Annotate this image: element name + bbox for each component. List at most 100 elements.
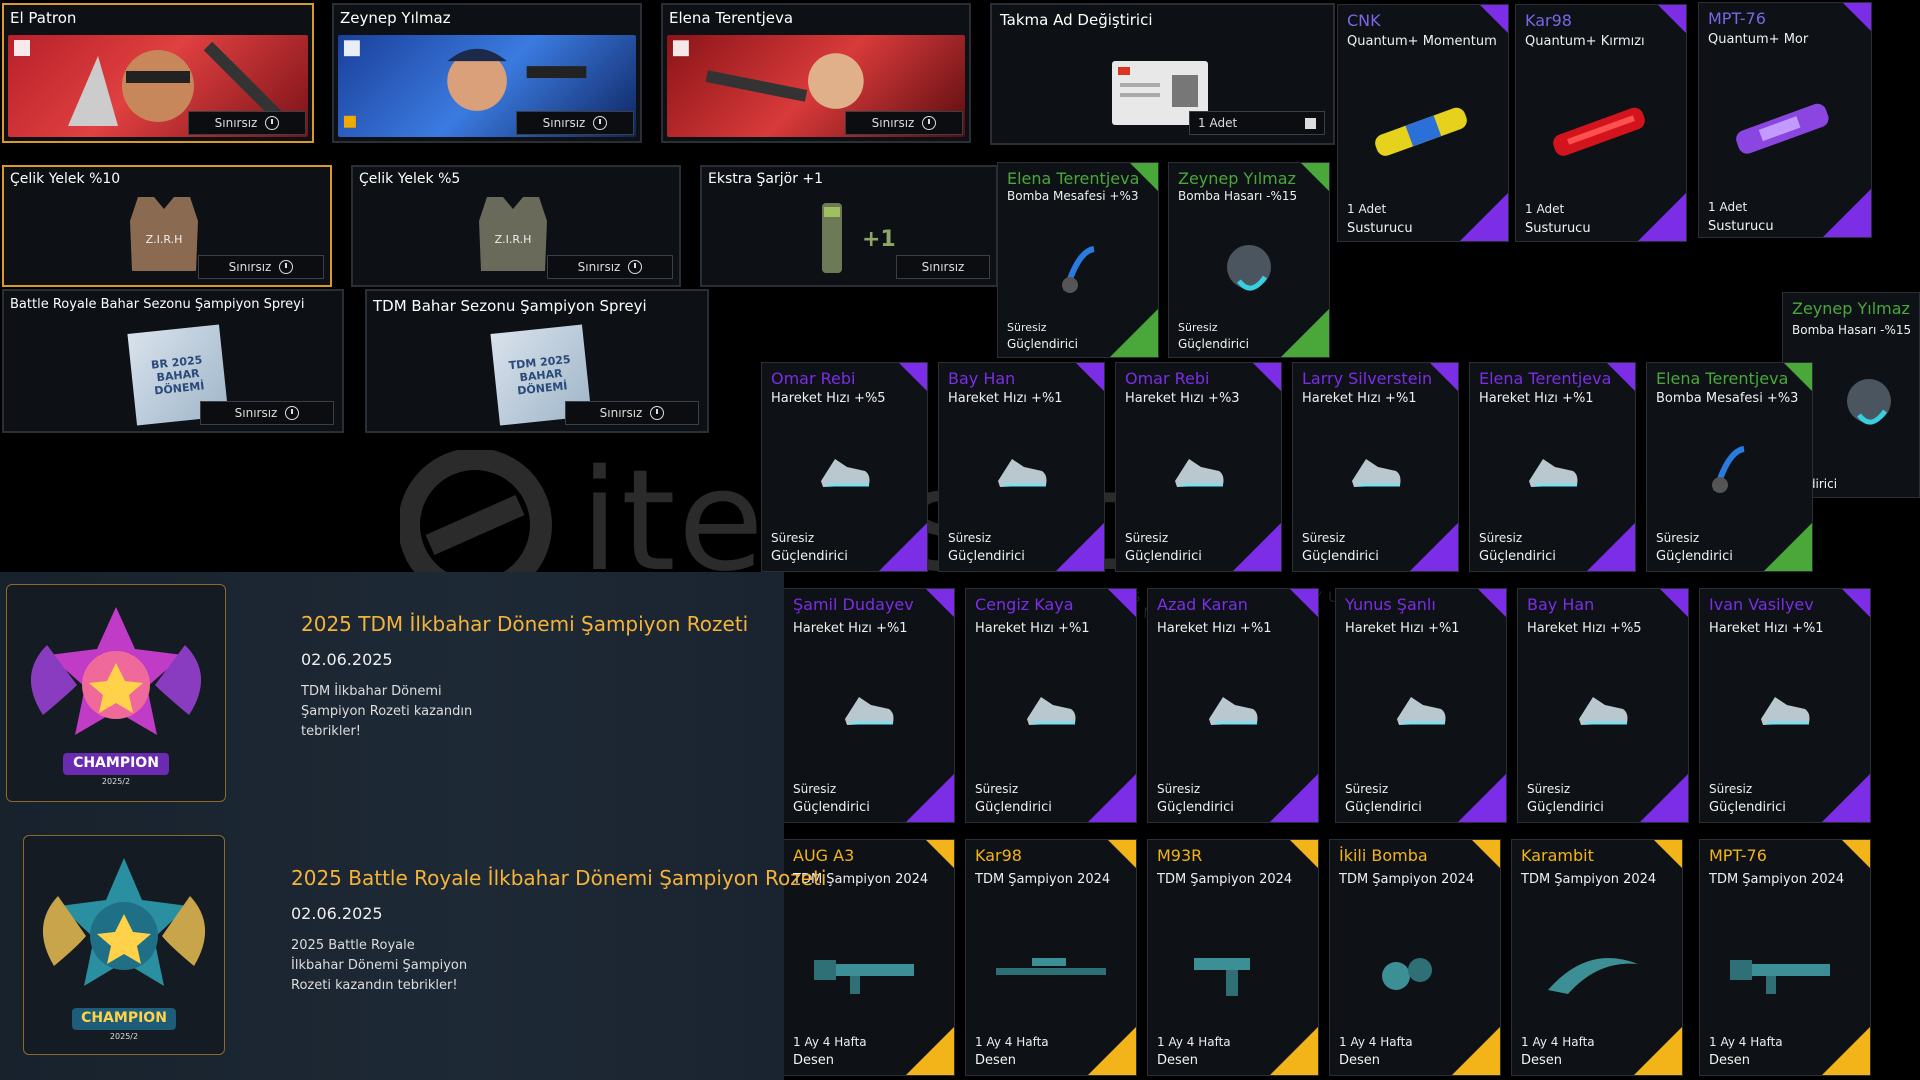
character-name: Omar Rebi <box>1125 369 1210 388</box>
duration-pill: Sınırsız <box>896 255 990 279</box>
weapon-skin-card[interactable]: M93R TDM Şampiyon 2024 1 Ay 4 Hafta Dese… <box>1147 839 1319 1076</box>
clock-icon <box>628 260 643 274</box>
sniper-icon <box>996 958 1106 975</box>
booster-card[interactable]: Ivan Vasilyev Hareket Hızı +%1 Süresiz G… <box>1699 588 1871 823</box>
character-card-zeynep-yilmaz[interactable]: Zeynep Yılmaz Sınırsız <box>332 3 642 143</box>
badge-desc-line: TDM İlkbahar Dönemi <box>301 684 442 699</box>
silencer-card[interactable]: CNK Quantum+ Momentum 1 Adet Susturucu <box>1337 4 1509 242</box>
type-label: Susturucu <box>1347 221 1413 236</box>
character-name: Ivan Vasilyev <box>1709 595 1814 614</box>
duration-label: 1 Ay 4 Hafta <box>1521 1035 1595 1049</box>
skin-name: TDM Şampiyon 2024 <box>1521 872 1657 887</box>
rarity-corner <box>1472 840 1500 868</box>
character-name: Şamil Dudayev <box>793 595 914 614</box>
duration-label: Sınırsız <box>599 406 643 420</box>
type-label: Güçlendirici <box>1479 549 1556 564</box>
badge-date: 02.06.2025 <box>291 904 383 923</box>
booster-card[interactable]: Zeynep Yılmaz Bomba Hasarı -%15 Süresiz … <box>1168 162 1330 358</box>
weapon-name: CNK <box>1347 11 1381 30</box>
character-card-elena-terentjeva[interactable]: Elena Terentjeva Sınırsız <box>661 3 971 143</box>
booster-stat: Bomba Hasarı -%15 <box>1178 189 1298 203</box>
character-name: Zeynep Yılmaz <box>1792 299 1910 318</box>
silencer-card[interactable]: Kar98 Quantum+ Kırmızı 1 Adet Susturucu <box>1515 4 1687 242</box>
sneaker-icon <box>845 697 894 725</box>
weapon-name: AUG A3 <box>793 846 855 865</box>
silencer-card[interactable]: MPT-76 Quantum+ Mor 1 Adet Susturucu <box>1698 2 1872 238</box>
box-icon <box>1305 117 1316 129</box>
spray-art-label: BR 2025 BAHAR DÖNEMİ <box>150 352 206 398</box>
duration-pill: Sınırsız <box>188 111 306 135</box>
booster-card[interactable]: Elena Terentjeva Bomba Mesafesi +%3 Süre… <box>1646 362 1813 572</box>
spray-card[interactable]: TDM Bahar Sezonu Şampiyon Spreyi TDM 202… <box>365 289 709 433</box>
duration-label: Süresiz <box>1479 531 1523 545</box>
gear-card[interactable]: Ekstra Şarjör +1 +1 Sınırsız <box>700 165 998 287</box>
booster-stat: Bomba Hasarı -%15 <box>1792 323 1912 337</box>
booster-card[interactable]: Şamil Dudayev Hareket Hızı +%1 Süresiz G… <box>783 588 955 823</box>
weapon-name: İkili Bomba <box>1339 846 1428 865</box>
type-label: Güçlendirici <box>793 800 870 815</box>
nickname-changer-title: Takma Ad Değiştirici <box>1000 11 1153 29</box>
magazine-icon <box>822 203 842 273</box>
spray-card[interactable]: Battle Royale Bahar Sezonu Şampiyon Spre… <box>2 289 344 433</box>
booster-card[interactable]: Cengiz Kaya Hareket Hızı +%1 Süresiz Güç… <box>965 588 1137 823</box>
type-label: Desen <box>1709 1053 1751 1068</box>
rarity-corner <box>926 840 954 868</box>
rarity-corner <box>1478 589 1506 617</box>
type-label: Güçlendirici <box>771 549 848 564</box>
booster-card[interactable]: Omar Rebi Hareket Hızı +%3 Süresiz Güçle… <box>1115 362 1282 572</box>
character-card-el-patron[interactable]: El Patron Sınırsız <box>2 3 314 143</box>
rarity-corner <box>1088 774 1136 822</box>
duration-label: 1 Ay 4 Hafta <box>793 1035 867 1049</box>
rarity-corner <box>1660 589 1688 617</box>
booster-stat: Bomba Mesafesi +%3 <box>1007 189 1139 203</box>
nickname-changer-card[interactable]: Takma Ad Değiştirici 1 Adet <box>990 3 1335 145</box>
booster-card[interactable]: Yunus Şanlı Hareket Hızı +%1 Süresiz Güç… <box>1335 588 1507 823</box>
character-name: Yunus Şanlı <box>1345 595 1436 614</box>
skin-name: Quantum+ Mor <box>1708 32 1809 47</box>
duration-pill: Sınırsız <box>547 255 673 279</box>
rarity-corner <box>1658 5 1686 33</box>
rarity-corner <box>1452 1027 1500 1075</box>
weapon-skin-card[interactable]: Kar98 TDM Şampiyon 2024 1 Ay 4 Hafta Des… <box>965 839 1137 1076</box>
weapon-skin-card[interactable]: Karambit TDM Şampiyon 2024 1 Ay 4 Hafta … <box>1511 839 1683 1076</box>
type-label: Güçlendirici <box>1656 549 1733 564</box>
duration-label: Süresiz <box>1302 531 1346 545</box>
type-label: Susturucu <box>1708 219 1774 234</box>
booster-stat: Hareket Hızı +%5 <box>1527 621 1642 636</box>
character-name: Omar Rebi <box>771 369 856 388</box>
duration-label: 1 Ay 4 Hafta <box>1339 1035 1413 1049</box>
booster-card[interactable]: Azad Karan Hareket Hızı +%1 Süresiz Güçl… <box>1147 588 1319 823</box>
booster-stat: Hareket Hızı +%1 <box>975 621 1090 636</box>
badge-emblem-box[interactable]: CHAMPION 2025/2 <box>6 584 226 802</box>
booster-card[interactable]: Omar Rebi Hareket Hızı +%5 Süresiz Güçle… <box>761 362 928 572</box>
clock-icon <box>265 116 280 130</box>
type-label: Güçlendirici <box>975 800 1052 815</box>
booster-card[interactable]: Bay Han Hareket Hızı +%5 Süresiz Güçlend… <box>1517 588 1689 823</box>
armor-icon <box>1227 245 1271 291</box>
weapon-skin-card[interactable]: MPT-76 TDM Şampiyon 2024 1 Ay 4 Hafta De… <box>1699 839 1871 1076</box>
gear-card[interactable]: Çelik Yelek %10 Z.I.R.H Sınırsız <box>2 165 332 287</box>
weapon-skin-card[interactable]: İkili Bomba TDM Şampiyon 2024 1 Ay 4 Haf… <box>1329 839 1501 1076</box>
badge-desc-line: 2025 Battle Royale <box>291 938 415 953</box>
silencer-icon <box>1736 103 1829 154</box>
type-label: Güçlendirici <box>1302 549 1379 564</box>
booster-stat: Bomba Mesafesi +%3 <box>1656 391 1799 406</box>
booster-card[interactable]: Larry Silverstein Hareket Hızı +%1 Süres… <box>1292 362 1459 572</box>
rarity-corner <box>1301 163 1329 191</box>
duration-label: Süresiz <box>1345 782 1389 796</box>
rarity-corner <box>1842 840 1870 868</box>
rarity-corner <box>1076 363 1104 391</box>
clock-icon <box>593 116 608 130</box>
gear-name: Çelik Yelek %10 <box>10 171 121 187</box>
booster-stat: Hareket Hızı +%1 <box>793 621 908 636</box>
rarity-corner <box>1822 1027 1870 1075</box>
booster-card[interactable]: Elena Terentjeva Bomba Mesafesi +%3 Süre… <box>997 162 1159 358</box>
gear-card[interactable]: Çelik Yelek %5 Z.I.R.H Sınırsız <box>351 165 681 287</box>
rarity-corner <box>899 363 927 391</box>
booster-card[interactable]: Bay Han Hareket Hızı +%1 Süresiz Güçlend… <box>938 362 1105 572</box>
badge-emblem-box[interactable]: CHAMPION 2025/2 <box>23 835 225 1055</box>
booster-card[interactable]: Elena Terentjeva Hareket Hızı +%1 Süresi… <box>1469 362 1636 572</box>
character-name: Cengiz Kaya <box>975 595 1074 614</box>
skin-name: TDM Şampiyon 2024 <box>1339 872 1475 887</box>
skin-name: Quantum+ Momentum <box>1347 34 1497 49</box>
